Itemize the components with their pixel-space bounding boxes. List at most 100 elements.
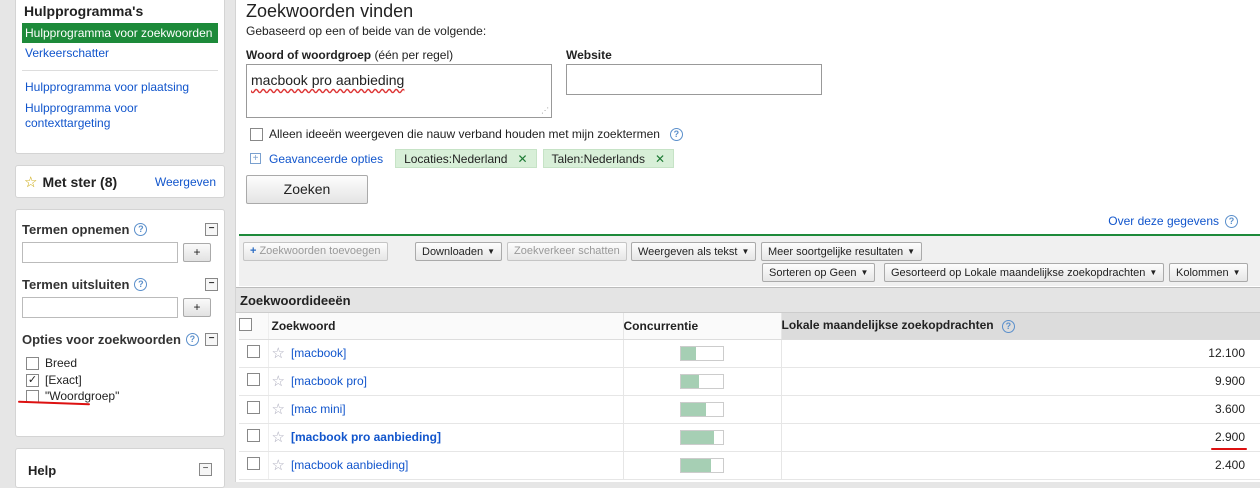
advanced-options-link[interactable]: Geavanceerde opties	[269, 152, 383, 166]
add-keywords-label: Zoekwoorden toevoegen	[259, 245, 381, 257]
table-row: ☆ [macbook aanbieding] 2.400	[239, 451, 1260, 480]
include-terms-input[interactable]	[22, 242, 178, 263]
results-toolbar: + Zoekwoorden toevoegen Downloaden ▼ Zoekv…	[239, 234, 1260, 286]
column-keyword[interactable]: Zoekwoord	[268, 313, 623, 340]
row-checkbox[interactable]	[246, 457, 260, 470]
column-volume[interactable]: Lokale maandelijkse zoekopdrachten ?	[781, 313, 1260, 340]
match-exact[interactable]: ✓ [Exact]	[26, 373, 218, 387]
remove-icon[interactable]: ✕	[517, 152, 527, 166]
competition-cell	[622, 423, 782, 452]
annotation-underline	[1211, 448, 1247, 450]
row-checkbox-cell	[239, 451, 269, 480]
checkbox[interactable]	[250, 127, 263, 141]
volume-cell: 2.900	[781, 423, 1260, 452]
competition-bar	[680, 401, 724, 417]
keyword-cell: ☆ [macbook aanbieding]	[268, 451, 623, 480]
star-icon[interactable]: ☆	[272, 373, 285, 390]
keyword-link[interactable]: [macbook]	[291, 346, 346, 360]
keyword-textarea[interactable]: macbook pro aanbieding ⋰	[246, 64, 552, 118]
tool-traffic-estimator[interactable]: Verkeerschatter	[16, 43, 224, 64]
collapse-icon[interactable]: −	[205, 222, 218, 236]
row-checkbox[interactable]	[246, 345, 260, 358]
starred-show-link[interactable]: Weergeven	[155, 175, 216, 189]
help-icon[interactable]: ?	[1001, 320, 1015, 334]
keyword-ideas-title: Zoekwoordideeën	[236, 287, 1260, 313]
help-icon[interactable]: ?	[134, 277, 148, 291]
keyword-link[interactable]: [macbook aanbieding]	[291, 458, 408, 472]
match-options-title: Opties voor zoekwoorden	[22, 331, 181, 347]
resize-handle-icon[interactable]: ⋰	[541, 106, 549, 115]
collapse-icon[interactable]: −	[199, 463, 212, 476]
competition-bar	[680, 345, 724, 361]
help-icon[interactable]: ?	[669, 127, 683, 141]
checkbox[interactable]	[26, 356, 39, 370]
sort-button[interactable]: Sorteren op Geen ▼	[762, 263, 876, 282]
add-keywords-button[interactable]: + Zoekwoorden toevoegen	[243, 242, 388, 261]
select-all-checkbox[interactable]	[239, 317, 252, 331]
about-data-link[interactable]: Over deze gegevens ?	[1108, 214, 1238, 228]
select-all-cell	[239, 313, 269, 340]
exclude-terms-input[interactable]	[22, 297, 178, 318]
expand-icon[interactable]: +	[250, 153, 261, 164]
collapse-icon[interactable]: −	[205, 277, 218, 291]
tool-contextual-targeting[interactable]: Hulpprogramma voor contexttargeting	[16, 98, 224, 134]
competition-bar	[680, 457, 724, 473]
exclude-terms-title: Termen uitsluiten	[22, 276, 130, 292]
help-icon[interactable]: ?	[1225, 214, 1238, 228]
keyword-link[interactable]: [macbook pro aanbieding]	[291, 430, 441, 444]
plus-icon: +	[250, 245, 257, 257]
match-broad[interactable]: Breed	[26, 356, 218, 370]
star-icon[interactable]: ☆	[272, 429, 285, 446]
keyword-cell: ☆ [macbook]	[268, 339, 623, 368]
column-competition[interactable]: Concurrentie	[622, 313, 782, 340]
more-like-button[interactable]: Meer soortgelijke resultaten ▼	[761, 242, 923, 261]
row-checkbox[interactable]	[246, 401, 260, 414]
keyword-link[interactable]: [mac mini]	[291, 402, 346, 416]
columns-label: Kolommen	[1176, 267, 1229, 279]
remove-icon[interactable]: ✕	[655, 152, 665, 166]
star-icon[interactable]: ☆	[272, 401, 285, 418]
caret-down-icon: ▼	[487, 247, 496, 256]
help-icon[interactable]: ?	[134, 222, 148, 236]
table-row: ☆ [macbook] 12.100	[239, 339, 1260, 368]
keyword-text: macbook pro aanbieding	[251, 72, 405, 88]
star-icon[interactable]: ☆	[272, 457, 285, 474]
checkbox-checked[interactable]: ✓	[26, 373, 39, 387]
caret-down-icon: ▼	[741, 247, 750, 256]
competition-bar-fill	[681, 458, 712, 472]
help-icon[interactable]: ?	[185, 332, 199, 346]
star-icon[interactable]: ☆	[272, 345, 285, 362]
collapse-icon[interactable]: −	[205, 332, 218, 346]
starred-title: Met ster (8)	[42, 173, 118, 190]
table-row: ☆ [macbook pro] 9.900	[239, 367, 1260, 396]
tool-placement-tool[interactable]: Hulpprogramma voor plaatsing	[16, 77, 224, 98]
row-checkbox[interactable]	[246, 429, 260, 442]
chip-language-label: Talen:Nederlands	[551, 151, 645, 166]
include-add-button[interactable]: +	[183, 243, 211, 262]
chip-location: Locaties:Nederland ✕	[395, 149, 537, 168]
table-row: ☆ [mac mini] 3.600	[239, 395, 1260, 424]
view-as-text-label: Weergeven als tekst	[638, 246, 738, 258]
keyword-link[interactable]: [macbook pro]	[291, 374, 367, 388]
download-button[interactable]: Downloaden ▼	[415, 242, 503, 261]
website-input[interactable]	[566, 64, 822, 95]
exclude-add-button[interactable]: +	[183, 298, 211, 317]
view-as-text-button[interactable]: Weergeven als tekst ▼	[631, 242, 757, 261]
search-button[interactable]: Zoeken	[246, 175, 368, 204]
columns-button[interactable]: Kolommen ▼	[1169, 263, 1248, 282]
row-checkbox-cell	[239, 339, 269, 368]
row-checkbox-cell	[239, 423, 269, 452]
chip-location-label: Locaties:Nederland	[404, 151, 508, 166]
tool-keyword-tool[interactable]: Hulpprogramma voor zoekwoorden	[22, 23, 218, 43]
row-checkbox[interactable]	[246, 373, 260, 386]
volume-cell: 9.900	[781, 367, 1260, 396]
row-checkbox-cell	[239, 367, 269, 396]
keyword-label-note: (één per regel)	[374, 48, 454, 62]
match-phrase[interactable]: "Woordgroep"	[26, 389, 218, 403]
download-label: Downloaden	[422, 246, 484, 258]
estimate-traffic-button[interactable]: Zoekverkeer schatten	[507, 242, 627, 261]
closely-related-option[interactable]: Alleen ideeën weergeven die nauw verband…	[250, 127, 683, 141]
keyword-cell: ☆ [macbook pro aanbieding]	[268, 423, 623, 452]
sorted-by-button[interactable]: Gesorteerd op Lokale maandelijkse zoekop…	[884, 263, 1165, 282]
sorted-by-label: Gesorteerd op Lokale maandelijkse zoekop…	[891, 267, 1146, 279]
